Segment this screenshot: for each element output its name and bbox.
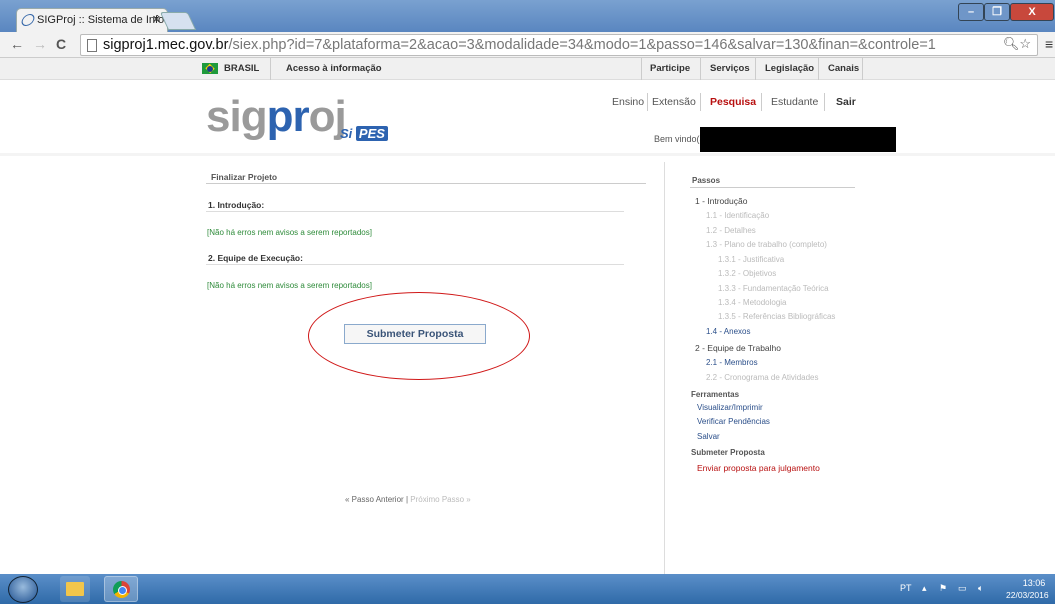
forward-arrow-icon[interactable]: → bbox=[33, 36, 47, 52]
step-item[interactable]: 2 - Equipe de Trabalho bbox=[695, 343, 781, 353]
page-icon bbox=[87, 39, 97, 52]
nav-sair[interactable]: Sair bbox=[836, 96, 856, 108]
step-item: 1.3.5 - Referências Bibliográficas bbox=[718, 312, 836, 321]
step-item: 1.1 - Identificação bbox=[706, 211, 770, 220]
step-item: 1.3.3 - Fundamentação Teórica bbox=[718, 284, 829, 293]
file-explorer-icon[interactable] bbox=[60, 576, 90, 602]
gov-brasil-link[interactable]: BRASIL bbox=[224, 63, 259, 74]
url-host: sigproj1.mec.gov.br bbox=[103, 37, 229, 53]
restore-button[interactable]: ❐ bbox=[984, 3, 1010, 21]
section-introducao-status: [Não há erros nem avisos a serem reporta… bbox=[207, 228, 372, 237]
divider bbox=[206, 264, 624, 265]
send-for-judgement-link[interactable]: Enviar proposta para julgamento bbox=[697, 463, 820, 473]
welcome-text: Bem vindo(a bbox=[654, 134, 705, 144]
network-icon[interactable]: ▭ bbox=[958, 583, 967, 594]
redacted-username bbox=[700, 127, 896, 152]
window-titlebar: SIGProj :: Sistema de Infor ✕ – ❐ X bbox=[0, 0, 1055, 32]
gov-bar: BRASIL Acesso à informação Participe Ser… bbox=[0, 58, 1055, 80]
browser-toolbar: ← → C sigproj1.mec.gov.br/siex.php?id=7&… bbox=[0, 32, 1055, 58]
step-item[interactable]: 2.1 - Membros bbox=[706, 358, 758, 367]
gov-canais-link[interactable]: Canais bbox=[828, 63, 859, 74]
url-path: /siex.php?id=7&plataforma=2&acao=3&modal… bbox=[228, 37, 936, 53]
section-equipe-status: [Não há erros nem avisos a serem reporta… bbox=[207, 281, 372, 290]
divider bbox=[206, 183, 646, 184]
tool-visualizar-link[interactable]: Visualizar/Imprimir bbox=[697, 403, 763, 412]
step-item: 1.3.4 - Metodologia bbox=[718, 298, 787, 307]
step-item: 1.2 - Detalhes bbox=[706, 226, 756, 235]
submit-proposal-button[interactable]: Submeter Proposta bbox=[344, 324, 486, 344]
gov-participe-link[interactable]: Participe bbox=[650, 63, 690, 74]
tab-favicon-icon bbox=[19, 14, 37, 26]
language-indicator[interactable]: PT bbox=[900, 583, 912, 593]
submit-heading: Submeter Proposta bbox=[691, 448, 765, 457]
section-introducao-heading: 1. Introdução: bbox=[208, 200, 265, 210]
tools-heading: Ferramentas bbox=[691, 390, 740, 399]
clock-time[interactable]: 13:06 bbox=[1014, 578, 1054, 588]
taskbar: PT ▴ ⚑ ▭ 🔈︎ bbox=[0, 574, 1055, 604]
minimize-button[interactable]: – bbox=[958, 3, 984, 21]
next-step-link: Próximo Passo » bbox=[410, 495, 471, 504]
step-item[interactable]: 1.4 - Anexos bbox=[706, 327, 750, 336]
tab-close-icon[interactable]: ✕ bbox=[152, 13, 161, 26]
tool-verificar-link[interactable]: Verificar Pendências bbox=[697, 417, 770, 426]
previous-step-link[interactable]: « Passo Anterior bbox=[345, 495, 404, 504]
gov-acesso-link[interactable]: Acesso à informação bbox=[286, 63, 382, 74]
browser-menu-icon[interactable]: ≡ bbox=[1045, 36, 1053, 52]
tray-chevron-icon[interactable]: ▴ bbox=[922, 583, 927, 594]
step-item[interactable]: 1 - Introdução bbox=[695, 196, 747, 206]
nav-extensao[interactable]: Extensão bbox=[652, 96, 696, 108]
pager-separator: | bbox=[405, 495, 409, 504]
reload-icon[interactable]: C bbox=[56, 36, 66, 52]
flag-icon[interactable]: ⚑ bbox=[939, 583, 947, 594]
site-header bbox=[0, 80, 1055, 156]
step-item: 1.3.2 - Objetivos bbox=[718, 269, 777, 278]
gov-servicos-link[interactable]: Serviços bbox=[710, 63, 750, 74]
windows-start-icon[interactable] bbox=[8, 576, 38, 603]
tab-title: SIGProj :: Sistema de Infor bbox=[37, 14, 168, 26]
pager: « Passo Anterior | Próximo Passo » bbox=[345, 495, 471, 504]
volume-icon[interactable]: 🔈︎ bbox=[978, 583, 983, 594]
step-item: 1.3.1 - Justificativa bbox=[718, 255, 785, 264]
brazil-flag-icon bbox=[202, 63, 218, 74]
divider bbox=[206, 211, 624, 212]
address-bar[interactable]: sigproj1.mec.gov.br/siex.php?id=7&plataf… bbox=[80, 34, 1038, 56]
chrome-icon[interactable] bbox=[104, 576, 138, 602]
step-item: 2.2 - Cronograma de Atividades bbox=[706, 373, 819, 382]
clock-date[interactable]: 22/03/2016 bbox=[1006, 590, 1049, 600]
zoom-star-icons[interactable]: 🔍︎☆ bbox=[1003, 36, 1031, 52]
sipes-logo: Si PES bbox=[340, 126, 388, 141]
step-item: 1.3 - Plano de trabalho (completo) bbox=[706, 240, 827, 249]
page-title: Finalizar Projeto bbox=[211, 172, 278, 182]
close-window-button[interactable]: X bbox=[1010, 3, 1054, 21]
steps-title: Passos bbox=[692, 176, 721, 185]
tool-salvar-link[interactable]: Salvar bbox=[697, 432, 720, 441]
nav-pesquisa[interactable]: Pesquisa bbox=[710, 96, 756, 108]
divider bbox=[690, 187, 855, 188]
panel-divider bbox=[664, 162, 665, 574]
sigproj-logo[interactable]: sigproj bbox=[206, 92, 347, 142]
section-equipe-heading: 2. Equipe de Execução: bbox=[208, 253, 303, 263]
nav-estudante[interactable]: Estudante bbox=[771, 96, 818, 108]
gov-legislacao-link[interactable]: Legislação bbox=[765, 63, 814, 74]
browser-tab[interactable]: SIGProj :: Sistema de Infor ✕ bbox=[16, 8, 168, 32]
back-arrow-icon[interactable]: ← bbox=[10, 36, 24, 52]
nav-ensino[interactable]: Ensino bbox=[612, 96, 644, 108]
